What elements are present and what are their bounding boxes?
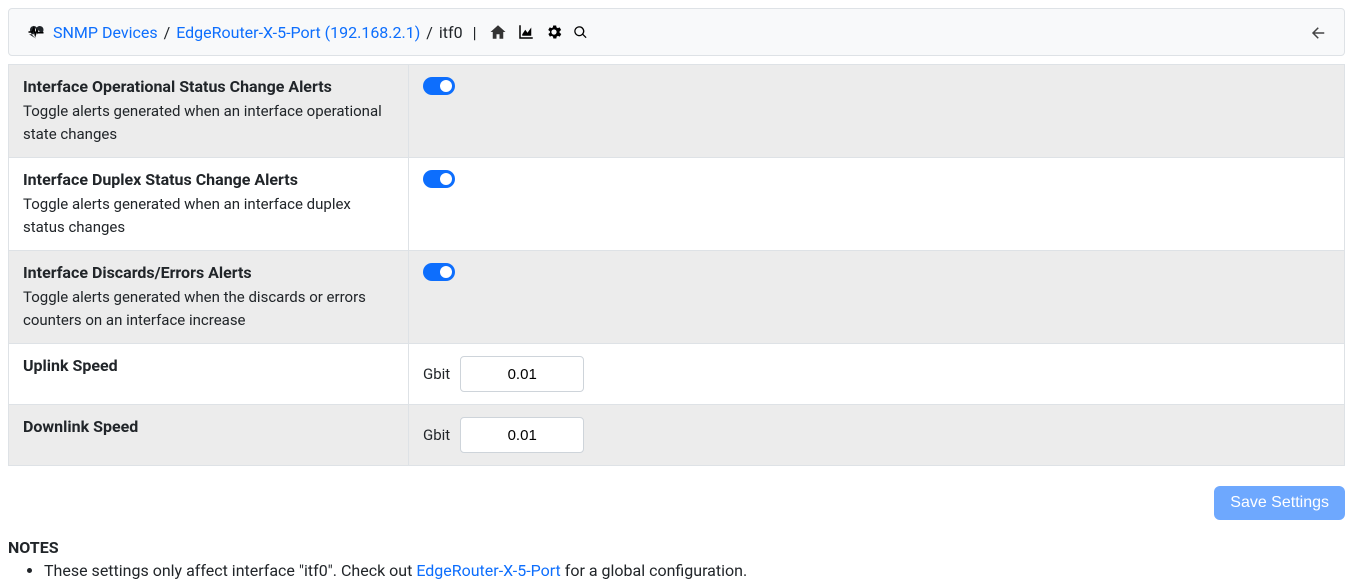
toggle-discards[interactable] bbox=[423, 263, 455, 281]
setting-row-op-status: Interface Operational Status Change Aler… bbox=[9, 65, 1345, 158]
setting-row-discards: Interface Discards/Errors Alerts Toggle … bbox=[9, 251, 1345, 344]
setting-title: Interface Operational Status Change Aler… bbox=[23, 77, 394, 96]
notes-item: These settings only affect interface "it… bbox=[44, 561, 1345, 580]
back-arrow-icon[interactable] bbox=[1310, 22, 1328, 42]
setting-row-duplex: Interface Duplex Status Change Alerts To… bbox=[9, 158, 1345, 251]
setting-title: Uplink Speed bbox=[23, 356, 394, 375]
notes-device-link[interactable]: EdgeRouter-X-5-Port bbox=[416, 561, 560, 580]
setting-row-uplink: Uplink Speed Gbit bbox=[9, 344, 1345, 405]
search-icon[interactable] bbox=[571, 23, 590, 42]
setting-desc: Toggle alerts generated when an interfac… bbox=[23, 102, 382, 143]
setting-title: Interface Duplex Status Change Alerts bbox=[23, 170, 394, 189]
chart-area-icon[interactable] bbox=[515, 21, 537, 43]
settings-table: Interface Operational Status Change Aler… bbox=[8, 64, 1345, 466]
toggle-op-status[interactable] bbox=[423, 77, 455, 95]
breadcrumb-sep: / bbox=[426, 23, 433, 42]
breadcrumb: SNMP Devices / EdgeRouter-X-5-Port (192.… bbox=[8, 8, 1345, 56]
gear-icon[interactable] bbox=[543, 21, 565, 43]
setting-title: Downlink Speed bbox=[23, 417, 394, 436]
notes-section: NOTES These settings only affect interfa… bbox=[8, 538, 1345, 580]
breadcrumb-current: itf0 bbox=[439, 23, 463, 42]
notes-suffix: for a global configuration. bbox=[561, 561, 747, 580]
breadcrumb-device-link[interactable]: EdgeRouter-X-5-Port (192.168.2.1) bbox=[176, 23, 420, 42]
uplink-speed-input[interactable] bbox=[460, 356, 584, 392]
breadcrumb-divider: | bbox=[473, 23, 477, 42]
setting-row-downlink: Downlink Speed Gbit bbox=[9, 405, 1345, 466]
notes-list: These settings only affect interface "it… bbox=[8, 561, 1345, 580]
setting-title: Interface Discards/Errors Alerts bbox=[23, 263, 394, 282]
setting-desc: Toggle alerts generated when an interfac… bbox=[23, 195, 351, 236]
downlink-unit: Gbit bbox=[423, 426, 450, 444]
breadcrumb-sep: / bbox=[164, 23, 171, 42]
save-settings-button[interactable]: Save Settings bbox=[1214, 486, 1345, 520]
notes-prefix: These settings only affect interface "it… bbox=[44, 561, 416, 580]
setting-desc: Toggle alerts generated when the discard… bbox=[23, 288, 366, 329]
breadcrumb-root-link[interactable]: SNMP Devices bbox=[53, 23, 158, 42]
notes-title: NOTES bbox=[8, 538, 1345, 557]
downlink-speed-input[interactable] bbox=[460, 417, 584, 453]
save-row: Save Settings bbox=[8, 486, 1345, 520]
toggle-duplex[interactable] bbox=[423, 170, 455, 188]
uplink-unit: Gbit bbox=[423, 365, 450, 383]
home-icon[interactable] bbox=[487, 21, 509, 43]
heartbeat-icon bbox=[25, 21, 47, 43]
breadcrumb-left: SNMP Devices / EdgeRouter-X-5-Port (192.… bbox=[25, 21, 590, 43]
